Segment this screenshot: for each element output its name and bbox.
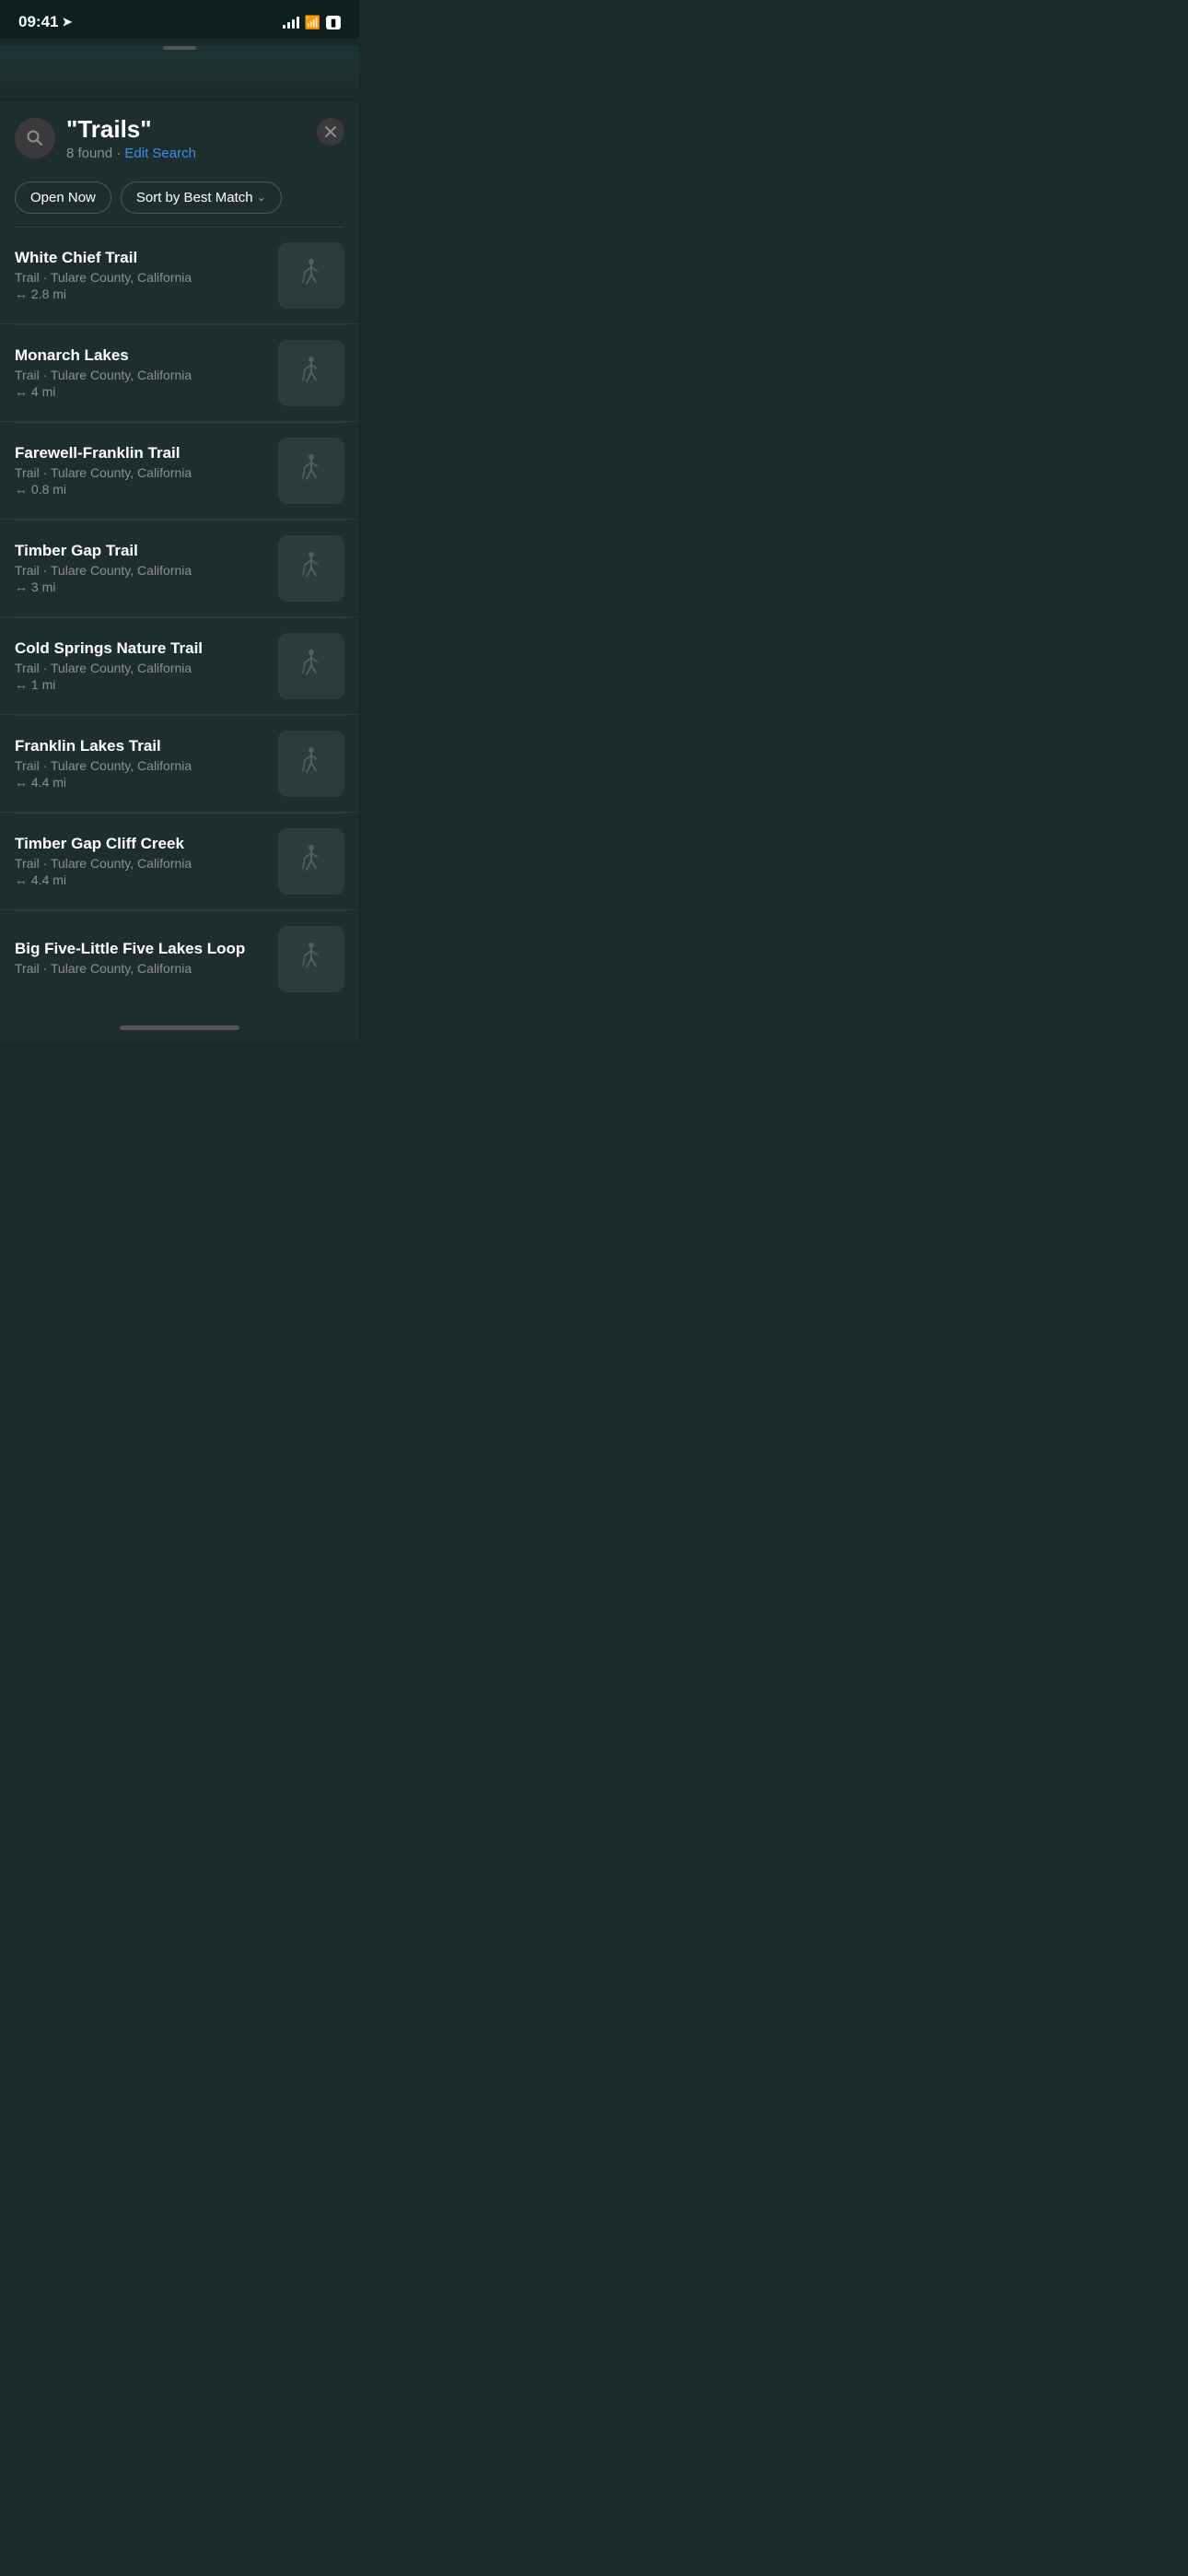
map-preview (0, 46, 359, 101)
result-distance: ↔ 4.4 mi (15, 775, 267, 790)
result-meta: Trail · Tulare County, California (15, 758, 267, 773)
list-item[interactable]: Franklin Lakes Trail Trail · Tulare Coun… (0, 716, 359, 813)
result-distance: ↔ 4.4 mi (15, 872, 267, 887)
search-icon-circle (15, 118, 55, 158)
search-icon (26, 129, 44, 147)
trail-thumbnail (278, 633, 344, 699)
status-bar: 09:41 ➤ 📶 ▮ (0, 0, 359, 39)
hiker-icon (293, 355, 330, 392)
result-distance: ↔ 4 mi (15, 384, 267, 399)
trail-thumbnail (278, 242, 344, 309)
list-item[interactable]: Timber Gap Trail Trail · Tulare County, … (0, 521, 359, 617)
battery-icon: ▮ (326, 16, 341, 29)
search-info: "Trails" 8 found · Edit Search (66, 116, 306, 161)
result-distance: ↔ 2.8 mi (15, 287, 267, 301)
result-meta: Trail · Tulare County, California (15, 465, 267, 480)
list-item[interactable]: Big Five-Little Five Lakes Loop Trail · … (0, 911, 359, 1007)
result-distance: ↔ 3 mi (15, 580, 267, 594)
home-indicator (0, 1007, 359, 1042)
close-icon (325, 126, 336, 137)
trail-thumbnail (278, 828, 344, 895)
hiker-icon (293, 843, 330, 880)
close-button[interactable] (317, 118, 344, 146)
result-info: White Chief Trail Trail · Tulare County,… (15, 249, 267, 301)
result-distance: ↔ 0.8 mi (15, 482, 267, 497)
sort-button[interactable]: Sort by Best Match ⌄ (121, 181, 282, 214)
wifi-icon: 📶 (305, 15, 320, 30)
hiker-icon (293, 257, 330, 294)
filter-row: Open Now Sort by Best Match ⌄ (0, 172, 359, 227)
search-header: "Trails" 8 found · Edit Search (0, 101, 359, 172)
trail-thumbnail (278, 731, 344, 797)
result-meta: Trail · Tulare County, California (15, 961, 267, 976)
result-info: Monarch Lakes Trail · Tulare County, Cal… (15, 346, 267, 399)
result-meta: Trail · Tulare County, California (15, 563, 267, 578)
result-name: Farewell-Franklin Trail (15, 444, 267, 463)
result-meta: Trail · Tulare County, California (15, 661, 267, 675)
result-info: Cold Springs Nature Trail Trail · Tulare… (15, 639, 267, 692)
result-name: Cold Springs Nature Trail (15, 639, 267, 658)
edit-search-link[interactable]: Edit Search (124, 146, 196, 161)
result-distance: ↔ 1 mi (15, 677, 267, 692)
result-name: White Chief Trail (15, 249, 267, 267)
hiker-icon (293, 941, 330, 978)
signal-icon (283, 16, 299, 29)
list-item[interactable]: Cold Springs Nature Trail Trail · Tulare… (0, 618, 359, 715)
hiker-icon (293, 452, 330, 489)
trail-thumbnail (278, 438, 344, 504)
list-item[interactable]: Monarch Lakes Trail · Tulare County, Cal… (0, 325, 359, 422)
result-info: Big Five-Little Five Lakes Loop Trail · … (15, 940, 267, 978)
hiker-icon (293, 648, 330, 685)
result-meta: Trail · Tulare County, California (15, 856, 267, 871)
search-subtitle: 8 found · Edit Search (66, 146, 306, 161)
sheet-handle (163, 46, 196, 50)
list-item[interactable]: Farewell-Franklin Trail Trail · Tulare C… (0, 423, 359, 520)
result-info: Farewell-Franklin Trail Trail · Tulare C… (15, 444, 267, 497)
location-arrow-icon: ➤ (62, 15, 72, 29)
status-icons: 📶 ▮ (283, 15, 342, 30)
result-info: Timber Gap Trail Trail · Tulare County, … (15, 542, 267, 594)
result-name: Timber Gap Trail (15, 542, 267, 560)
results-list: White Chief Trail Trail · Tulare County,… (0, 228, 359, 1007)
result-name: Monarch Lakes (15, 346, 267, 365)
result-name: Timber Gap Cliff Creek (15, 835, 267, 853)
hiker-icon (293, 550, 330, 587)
list-item[interactable]: Timber Gap Cliff Creek Trail · Tulare Co… (0, 814, 359, 910)
result-info: Timber Gap Cliff Creek Trail · Tulare Co… (15, 835, 267, 887)
home-bar (120, 1025, 239, 1030)
hiker-icon (293, 745, 330, 782)
result-name: Franklin Lakes Trail (15, 737, 267, 755)
result-info: Franklin Lakes Trail Trail · Tulare Coun… (15, 737, 267, 790)
trail-thumbnail (278, 340, 344, 406)
result-meta: Trail · Tulare County, California (15, 368, 267, 382)
trail-thumbnail (278, 926, 344, 992)
search-title: "Trails" (66, 116, 306, 143)
chevron-down-icon: ⌄ (257, 191, 266, 204)
open-now-button[interactable]: Open Now (15, 181, 111, 214)
status-time: 09:41 ➤ (18, 13, 72, 31)
result-name: Big Five-Little Five Lakes Loop (15, 940, 267, 958)
trail-thumbnail (278, 535, 344, 602)
result-meta: Trail · Tulare County, California (15, 270, 267, 285)
list-item[interactable]: White Chief Trail Trail · Tulare County,… (0, 228, 359, 324)
